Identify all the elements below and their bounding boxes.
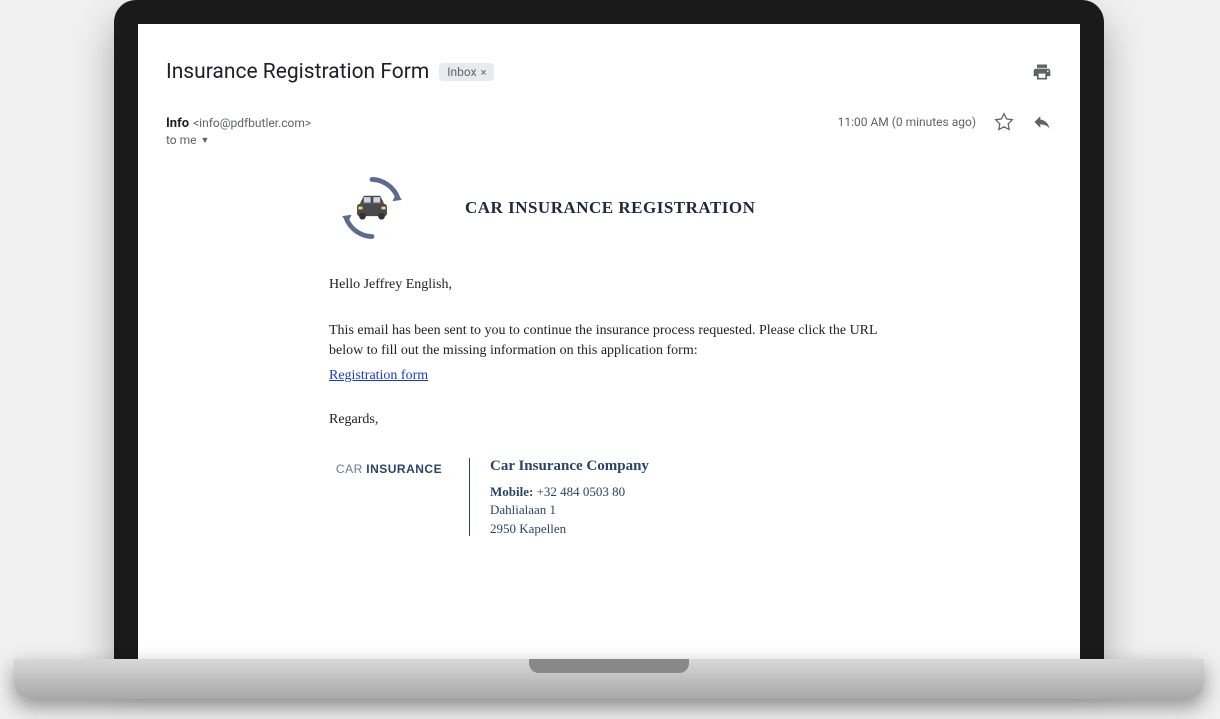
greeting: Hello Jeffrey English, bbox=[329, 277, 889, 293]
subject-row: Insurance Registration Form Inbox × bbox=[166, 60, 1052, 84]
chevron-down-icon: ▼ bbox=[201, 135, 210, 146]
sender-name: Info bbox=[166, 116, 189, 131]
signature-block: CAR INSURANCE Car Insurance Company Mobi… bbox=[329, 456, 889, 538]
brand-header: CAR INSURANCE REGISTRATION bbox=[329, 173, 889, 243]
mobile-number: +32 484 0503 80 bbox=[533, 484, 625, 499]
recipient-dropdown[interactable]: to me ▼ bbox=[166, 133, 311, 147]
mobile-line: Mobile: +32 484 0503 80 bbox=[490, 483, 649, 501]
to-text: to me bbox=[166, 133, 197, 147]
regards: Regards, bbox=[329, 412, 889, 428]
email-subject: Insurance Registration Form bbox=[166, 60, 429, 84]
sender-line: Info <info@pdfbutler.com> bbox=[166, 112, 311, 131]
sender-info: Info <info@pdfbutler.com> to me ▼ bbox=[166, 112, 311, 147]
registration-form-link[interactable]: Registration form bbox=[329, 368, 428, 384]
email-body: CAR INSURANCE REGISTRATION Hello Jeffrey… bbox=[329, 165, 889, 538]
subject-left: Insurance Registration Form Inbox × bbox=[166, 60, 494, 84]
close-label-icon[interactable]: × bbox=[481, 66, 487, 79]
car-insurance-logo-icon bbox=[329, 173, 415, 243]
sig-logo-car: CAR bbox=[336, 462, 363, 476]
address-line-2: 2950 Kapellen bbox=[490, 520, 649, 538]
email-actions: 11:00 AM (0 minutes ago) bbox=[838, 112, 1052, 132]
screen: Insurance Registration Form Inbox × Info… bbox=[138, 24, 1080, 660]
signature-divider bbox=[469, 458, 470, 536]
brand-title: CAR INSURANCE REGISTRATION bbox=[465, 198, 755, 218]
sender-row: Info <info@pdfbutler.com> to me ▼ 11:00 … bbox=[166, 112, 1052, 147]
signature-logo: CAR INSURANCE bbox=[329, 456, 449, 484]
reply-icon[interactable] bbox=[1032, 112, 1052, 132]
star-icon[interactable] bbox=[994, 112, 1014, 132]
mobile-label: Mobile: bbox=[490, 484, 533, 499]
print-icon[interactable] bbox=[1032, 62, 1052, 82]
timestamp: 11:00 AM (0 minutes ago) bbox=[838, 115, 976, 129]
laptop-frame: Insurance Registration Form Inbox × Info… bbox=[114, 0, 1104, 660]
inbox-label-text: Inbox bbox=[447, 65, 476, 79]
laptop-notch bbox=[529, 659, 689, 673]
address-line-1: Dahlialaan 1 bbox=[490, 501, 649, 519]
signature-info: Car Insurance Company Mobile: +32 484 05… bbox=[490, 456, 649, 538]
inbox-label[interactable]: Inbox × bbox=[439, 63, 494, 81]
sig-logo-insurance: INSURANCE bbox=[366, 462, 442, 476]
email-container: Insurance Registration Form Inbox × Info… bbox=[138, 24, 1080, 660]
laptop-base bbox=[14, 659, 1204, 699]
company-name: Car Insurance Company bbox=[490, 456, 649, 477]
sender-email: <info@pdfbutler.com> bbox=[193, 116, 311, 130]
intro-text: This email has been sent to you to conti… bbox=[329, 321, 889, 360]
